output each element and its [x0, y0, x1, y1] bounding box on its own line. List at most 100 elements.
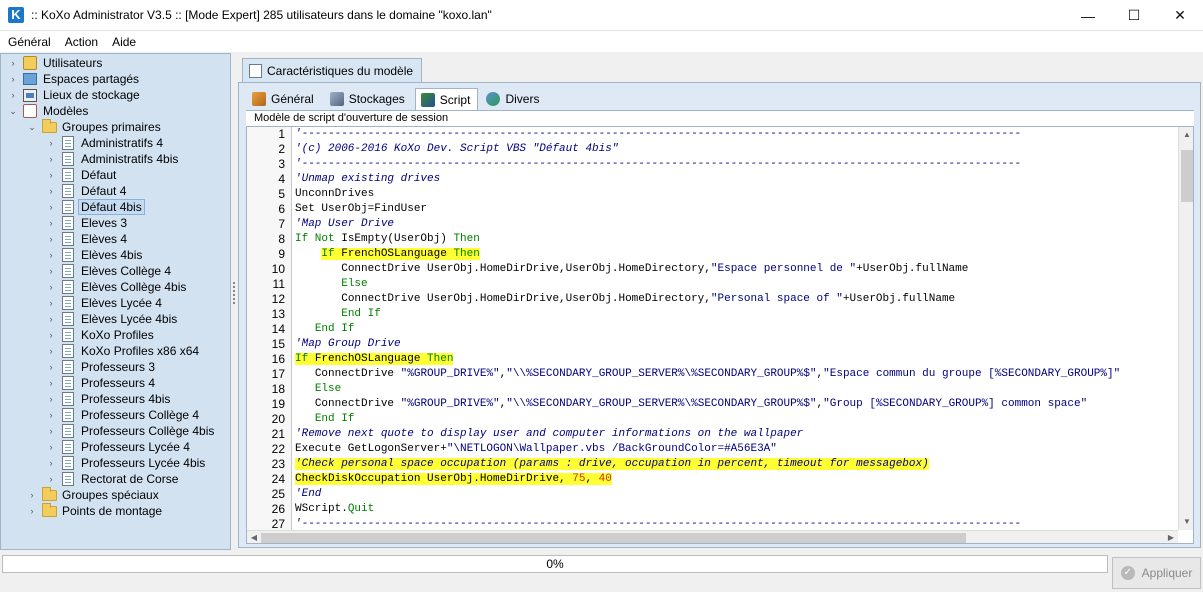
chevron-right-icon[interactable]: ›: [45, 298, 57, 308]
tab-model-characteristics[interactable]: Caractéristiques du modèle: [242, 58, 423, 82]
code-line[interactable]: '---------------------------------------…: [295, 127, 1021, 142]
chevron-right-icon[interactable]: ›: [45, 426, 57, 436]
tab-general[interactable]: Général: [246, 88, 322, 110]
tree-item[interactable]: › Points de montage: [26, 502, 164, 519]
tree-item[interactable]: › Professeurs 4bis: [45, 391, 172, 407]
code-line[interactable]: WScript.Quit: [295, 502, 374, 517]
tree-item[interactable]: ⌄ Groupes primaires: [26, 118, 163, 135]
maximize-button[interactable]: ☐: [1111, 0, 1157, 31]
code-line[interactable]: ConnectDrive UserObj.HomeDirDrive,UserOb…: [295, 262, 968, 277]
chevron-down-icon[interactable]: ⌄: [26, 122, 38, 133]
code-line[interactable]: CheckDiskOccupation UserObj.HomeDirDrive…: [295, 472, 612, 487]
tree-item[interactable]: › Elèves Collège 4: [45, 263, 173, 279]
scroll-left-arrow-icon[interactable]: ◀: [247, 531, 261, 543]
tree-item[interactable]: › Administratifs 4: [45, 135, 165, 151]
menu-aide[interactable]: Aide: [105, 35, 143, 49]
tree-item[interactable]: › KoXo Profiles: [45, 327, 156, 343]
chevron-right-icon[interactable]: ›: [45, 186, 57, 196]
tree-item[interactable]: › Elèves 4: [45, 231, 129, 247]
code-line[interactable]: '---------------------------------------…: [295, 517, 1021, 530]
chevron-right-icon[interactable]: ›: [45, 474, 57, 484]
tree-item[interactable]: › Espaces partagés: [7, 71, 141, 87]
tree-item[interactable]: ⌄ Modèles: [7, 103, 90, 119]
chevron-right-icon[interactable]: ›: [45, 234, 57, 244]
chevron-right-icon[interactable]: ›: [45, 266, 57, 276]
tab-divers[interactable]: Divers: [480, 88, 547, 110]
code-line[interactable]: If FrenchOSLanguage Then: [295, 352, 454, 367]
tree-item[interactable]: › Groupes spéciaux: [26, 486, 161, 503]
chevron-right-icon[interactable]: ›: [45, 202, 57, 212]
tab-stock[interactable]: Stockages: [324, 88, 413, 110]
code-line[interactable]: '(c) 2006-2016 KoXo Dev. Script VBS "Déf…: [295, 142, 618, 157]
code-line[interactable]: ConnectDrive "%GROUP_DRIVE%","\\%SECONDA…: [295, 367, 1120, 382]
chevron-right-icon[interactable]: ›: [45, 154, 57, 164]
code-line[interactable]: 'Map User Drive: [295, 217, 394, 232]
chevron-right-icon[interactable]: ›: [45, 138, 57, 148]
code-line[interactable]: End If: [295, 307, 381, 322]
chevron-right-icon[interactable]: ›: [45, 250, 57, 260]
chevron-right-icon[interactable]: ›: [7, 74, 19, 84]
chevron-right-icon[interactable]: ›: [45, 410, 57, 420]
panel-splitter[interactable]: [232, 280, 236, 310]
tree-item[interactable]: › Défaut: [45, 167, 118, 183]
chevron-right-icon[interactable]: ›: [26, 490, 38, 500]
chevron-right-icon[interactable]: ›: [7, 58, 19, 68]
code-area[interactable]: '---------------------------------------…: [293, 127, 1177, 530]
vertical-scroll-thumb[interactable]: [1181, 150, 1193, 202]
code-line[interactable]: UnconnDrives: [295, 187, 374, 202]
code-line[interactable]: 'Check personal space occupation (params…: [295, 457, 929, 472]
code-line[interactable]: Else: [295, 277, 367, 292]
tree-item[interactable]: › Professeurs 3: [45, 359, 157, 375]
code-line[interactable]: ConnectDrive "%GROUP_DRIVE%","\\%SECONDA…: [295, 397, 1087, 412]
chevron-right-icon[interactable]: ›: [26, 506, 38, 516]
tree-item[interactable]: › Eleves 3: [45, 215, 129, 231]
tree-item[interactable]: › Professeurs Lycée 4: [45, 439, 192, 455]
horizontal-scrollbar[interactable]: ◀ ▶: [247, 530, 1178, 543]
code-line[interactable]: ConnectDrive UserObj.HomeDirDrive,UserOb…: [295, 292, 955, 307]
menu-action[interactable]: Action: [58, 35, 105, 49]
close-button[interactable]: ✕: [1157, 0, 1203, 31]
tree-item[interactable]: › Défaut 4bis: [45, 199, 145, 215]
chevron-right-icon[interactable]: ›: [45, 330, 57, 340]
menu-general[interactable]: Général: [0, 35, 58, 49]
chevron-right-icon[interactable]: ›: [7, 90, 19, 100]
code-line[interactable]: Else: [295, 382, 341, 397]
tree-item[interactable]: › Professeurs Collège 4bis: [45, 423, 216, 439]
tree-item[interactable]: › KoXo Profiles x86 x64: [45, 343, 201, 359]
tree-item[interactable]: › Administratifs 4bis: [45, 151, 180, 167]
code-line[interactable]: End If: [295, 322, 355, 337]
tree-item[interactable]: › Elèves 4bis: [45, 247, 144, 263]
apply-button[interactable]: ✓ Appliquer: [1112, 557, 1201, 589]
chevron-right-icon[interactable]: ›: [45, 282, 57, 292]
chevron-down-icon[interactable]: ⌄: [7, 106, 19, 117]
code-line[interactable]: If FrenchOSLanguage Then: [295, 247, 480, 262]
tree-item[interactable]: › Elèves Collège 4bis: [45, 279, 188, 295]
horizontal-scroll-thumb[interactable]: [261, 533, 966, 543]
tree-item[interactable]: › Elèves Lycée 4: [45, 295, 164, 311]
chevron-right-icon[interactable]: ›: [45, 170, 57, 180]
chevron-right-icon[interactable]: ›: [45, 218, 57, 228]
code-line[interactable]: If Not IsEmpty(UserObj) Then: [295, 232, 480, 247]
chevron-right-icon[interactable]: ›: [45, 314, 57, 324]
tree-item[interactable]: › Professeurs Collège 4: [45, 407, 201, 423]
code-line[interactable]: End If: [295, 412, 355, 427]
code-line[interactable]: Execute GetLogonServer+"\NETLOGON\Wallpa…: [295, 442, 777, 457]
vertical-scrollbar[interactable]: ▲ ▼: [1178, 127, 1193, 530]
chevron-right-icon[interactable]: ›: [45, 394, 57, 404]
chevron-right-icon[interactable]: ›: [45, 378, 57, 388]
chevron-right-icon[interactable]: ›: [45, 362, 57, 372]
tree-item[interactable]: › Défaut 4: [45, 183, 128, 199]
minimize-button[interactable]: —: [1065, 0, 1111, 31]
chevron-right-icon[interactable]: ›: [45, 458, 57, 468]
scroll-down-arrow-icon[interactable]: ▼: [1179, 514, 1193, 530]
tab-script[interactable]: Script: [414, 88, 479, 110]
tree-item[interactable]: › Professeurs Lycée 4bis: [45, 455, 207, 471]
chevron-right-icon[interactable]: ›: [45, 346, 57, 356]
code-line[interactable]: 'Remove next quote to display user and c…: [295, 427, 803, 442]
navigation-tree[interactable]: › Utilisateurs › Espaces partagés › Lieux de …: [0, 53, 231, 550]
chevron-right-icon[interactable]: ›: [45, 442, 57, 452]
scroll-up-arrow-icon[interactable]: ▲: [1179, 127, 1193, 143]
scroll-right-arrow-icon[interactable]: ▶: [1164, 531, 1178, 543]
script-editor[interactable]: 1 2 3 4 5 6 7 8 9 10 11 12 13 14 15 16 17 18 19 20 21 22 23 24 2…: [246, 126, 1194, 544]
tree-item[interactable]: › Rectorat de Corse: [45, 471, 180, 487]
